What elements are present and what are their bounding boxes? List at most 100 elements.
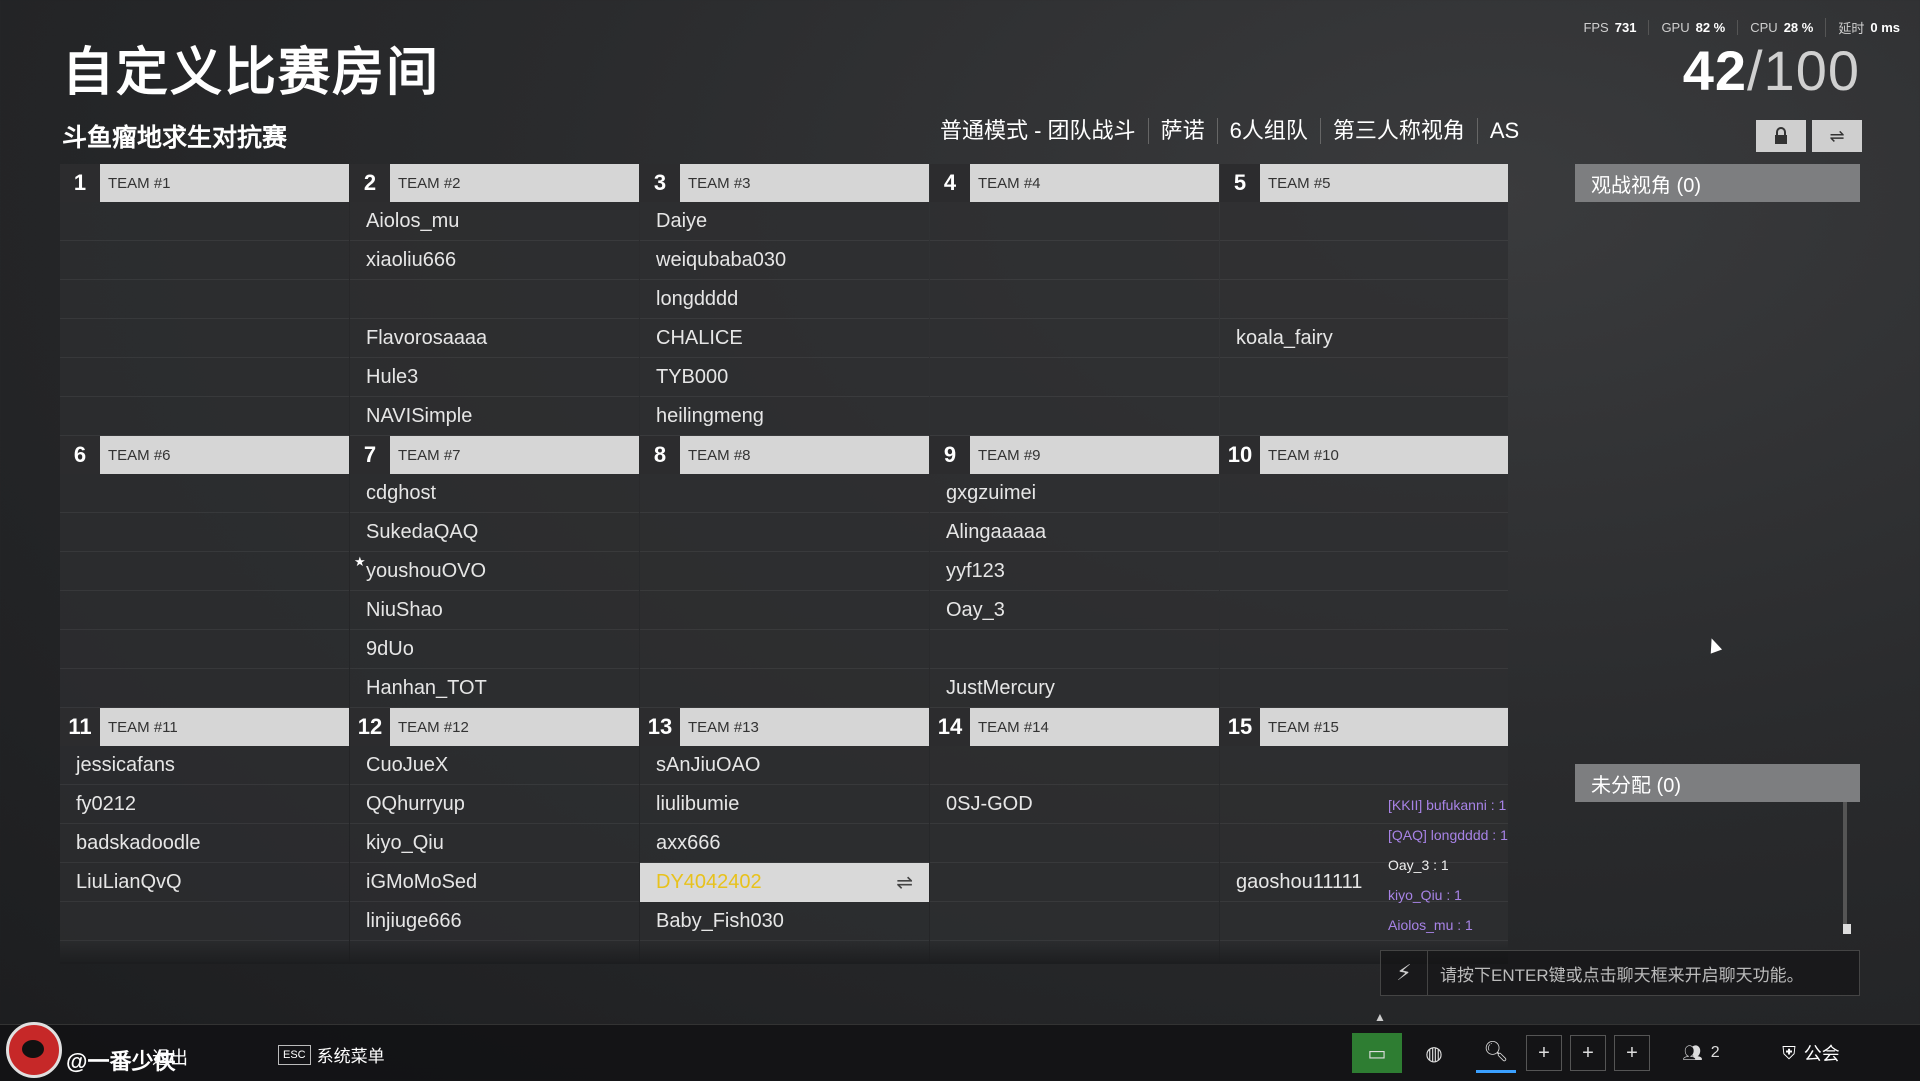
- unassigned-header[interactable]: 未分配 (0): [1575, 764, 1860, 802]
- globe-button[interactable]: ◍: [1414, 1033, 1454, 1073]
- team-header[interactable]: 12 TEAM #12: [350, 708, 639, 746]
- player-slot[interactable]: Hule3: [350, 358, 639, 397]
- team-header[interactable]: 13 TEAM #13: [640, 708, 929, 746]
- player-slot[interactable]: [60, 630, 349, 669]
- team-header[interactable]: 9 TEAM #9: [930, 436, 1219, 474]
- friends-button[interactable]: 👥︎ 2: [1676, 1033, 1726, 1073]
- player-slot[interactable]: [930, 824, 1219, 863]
- player-slot[interactable]: linjiuge666: [350, 902, 639, 941]
- player-slot[interactable]: NAVISimple: [350, 397, 639, 436]
- exit-button[interactable]: 退出: [152, 1044, 188, 1070]
- player-slot[interactable]: Baby_Fish030: [640, 902, 929, 941]
- player-slot[interactable]: 9dUo: [350, 630, 639, 669]
- player-slot[interactable]: [60, 358, 349, 397]
- player-slot[interactable]: NiuShao: [350, 591, 639, 630]
- team-header[interactable]: 5 TEAM #5: [1220, 164, 1508, 202]
- player-slot[interactable]: [60, 280, 349, 319]
- player-slot[interactable]: weiqubaba030: [640, 241, 929, 280]
- team-header[interactable]: 10 TEAM #10: [1220, 436, 1508, 474]
- player-slot[interactable]: jessicafans: [60, 746, 349, 785]
- player-slot[interactable]: TYB000: [640, 358, 929, 397]
- player-slot[interactable]: CHALICE: [640, 319, 929, 358]
- player-slot[interactable]: [60, 591, 349, 630]
- team-header[interactable]: 11 TEAM #11: [60, 708, 349, 746]
- player-slot[interactable]: [930, 202, 1219, 241]
- player-slot[interactable]: [1220, 591, 1508, 630]
- chat-button[interactable]: ▭: [1352, 1033, 1402, 1073]
- add-slot-button[interactable]: +: [1614, 1035, 1650, 1071]
- player-slot[interactable]: [930, 319, 1219, 358]
- player-slot[interactable]: 0SJ-GOD: [930, 785, 1219, 824]
- chat-input[interactable]: ⚡ 请按下ENTER键或点击聊天框来开启聊天功能。: [1380, 950, 1860, 996]
- player-slot[interactable]: axx666: [640, 824, 929, 863]
- player-slot[interactable]: [350, 280, 639, 319]
- player-slot[interactable]: [1220, 552, 1508, 591]
- player-slot[interactable]: Daiye: [640, 202, 929, 241]
- player-slot[interactable]: [1220, 202, 1508, 241]
- player-slot[interactable]: cdghost: [350, 474, 639, 513]
- player-slot[interactable]: [930, 863, 1219, 902]
- player-slot[interactable]: Hanhan_TOT: [350, 669, 639, 708]
- caret-up-icon[interactable]: ▲: [1374, 1010, 1386, 1024]
- add-slot-button[interactable]: +: [1526, 1035, 1562, 1071]
- player-slot[interactable]: kiyo_Qiu: [350, 824, 639, 863]
- player-slot[interactable]: [640, 552, 929, 591]
- player-slot[interactable]: [640, 669, 929, 708]
- player-slot[interactable]: sAnJiuOAO: [640, 746, 929, 785]
- team-header[interactable]: 15 TEAM #15: [1220, 708, 1508, 746]
- player-slot[interactable]: [640, 513, 929, 552]
- player-slot[interactable]: [60, 397, 349, 436]
- player-slot[interactable]: DY4042402 ⇌: [640, 863, 929, 902]
- search-button[interactable]: 🔍︎: [1476, 1033, 1516, 1073]
- player-slot[interactable]: longdddd: [640, 280, 929, 319]
- player-slot[interactable]: [60, 241, 349, 280]
- player-slot[interactable]: [1220, 513, 1508, 552]
- player-slot[interactable]: [930, 397, 1219, 436]
- player-slot[interactable]: [60, 552, 349, 591]
- player-slot[interactable]: [1220, 474, 1508, 513]
- unassigned-scroll-thumb[interactable]: [1843, 924, 1851, 934]
- player-slot[interactable]: [60, 513, 349, 552]
- player-slot[interactable]: iGMoMoSed: [350, 863, 639, 902]
- player-slot[interactable]: koala_fairy: [1220, 319, 1508, 358]
- player-slot[interactable]: [60, 669, 349, 708]
- swap-button[interactable]: ⇌: [1812, 120, 1862, 152]
- player-slot[interactable]: xiaoliu666: [350, 241, 639, 280]
- player-slot[interactable]: [60, 202, 349, 241]
- player-slot[interactable]: [1220, 669, 1508, 708]
- team-header[interactable]: 6 TEAM #6: [60, 436, 349, 474]
- team-header[interactable]: 4 TEAM #4: [930, 164, 1219, 202]
- player-slot[interactable]: [1220, 280, 1508, 319]
- team-header[interactable]: 7 TEAM #7: [350, 436, 639, 474]
- player-slot[interactable]: [930, 241, 1219, 280]
- team-header[interactable]: 8 TEAM #8: [640, 436, 929, 474]
- player-slot[interactable]: [930, 630, 1219, 669]
- player-slot[interactable]: SukedaQAQ: [350, 513, 639, 552]
- player-slot[interactable]: [930, 358, 1219, 397]
- player-slot[interactable]: [640, 630, 929, 669]
- player-slot[interactable]: [1220, 358, 1508, 397]
- swap-icon[interactable]: ⇌: [896, 870, 913, 895]
- player-slot[interactable]: badskadoodle: [60, 824, 349, 863]
- spectators-header[interactable]: 观战视角 (0): [1575, 164, 1860, 202]
- guild-button[interactable]: ⛨ 公会: [1766, 1033, 1856, 1073]
- team-header[interactable]: 2 TEAM #2: [350, 164, 639, 202]
- player-slot[interactable]: gxgzuimei: [930, 474, 1219, 513]
- add-slot-button[interactable]: +: [1570, 1035, 1606, 1071]
- team-header[interactable]: 14 TEAM #14: [930, 708, 1219, 746]
- lock-button[interactable]: [1756, 120, 1806, 152]
- player-slot[interactable]: [930, 280, 1219, 319]
- player-slot[interactable]: fy0212: [60, 785, 349, 824]
- team-header[interactable]: 1 TEAM #1: [60, 164, 349, 202]
- player-slot[interactable]: [930, 902, 1219, 941]
- player-slot[interactable]: [1220, 630, 1508, 669]
- player-slot[interactable]: heilingmeng: [640, 397, 929, 436]
- team-header[interactable]: 3 TEAM #3: [640, 164, 929, 202]
- player-slot[interactable]: [1220, 397, 1508, 436]
- player-slot[interactable]: Flavorosaaaa: [350, 319, 639, 358]
- player-slot[interactable]: Aiolos_mu: [350, 202, 639, 241]
- system-menu-button[interactable]: ESC 系统菜单: [278, 1042, 385, 1067]
- player-slot[interactable]: yyf123: [930, 552, 1219, 591]
- player-slot[interactable]: [640, 474, 929, 513]
- player-slot[interactable]: youshouOVO ★: [350, 552, 639, 591]
